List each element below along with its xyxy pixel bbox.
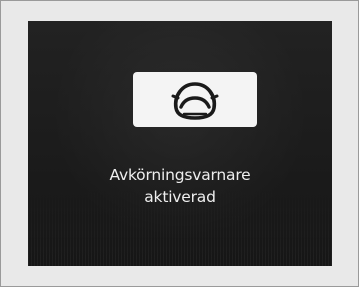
warning-message-line-1: Avkörningsvarnare (109, 166, 251, 184)
image-frame: Avkörningsvarnare aktiverad (0, 0, 359, 287)
road-departure-mitigation-icon (171, 81, 219, 120)
warning-message: Avkörningsvarnare aktiverad (28, 164, 332, 208)
warning-message-line-2: aktiverad (144, 188, 216, 206)
dashboard-display: Avkörningsvarnare aktiverad (28, 21, 332, 266)
warning-icon-box (133, 72, 257, 127)
